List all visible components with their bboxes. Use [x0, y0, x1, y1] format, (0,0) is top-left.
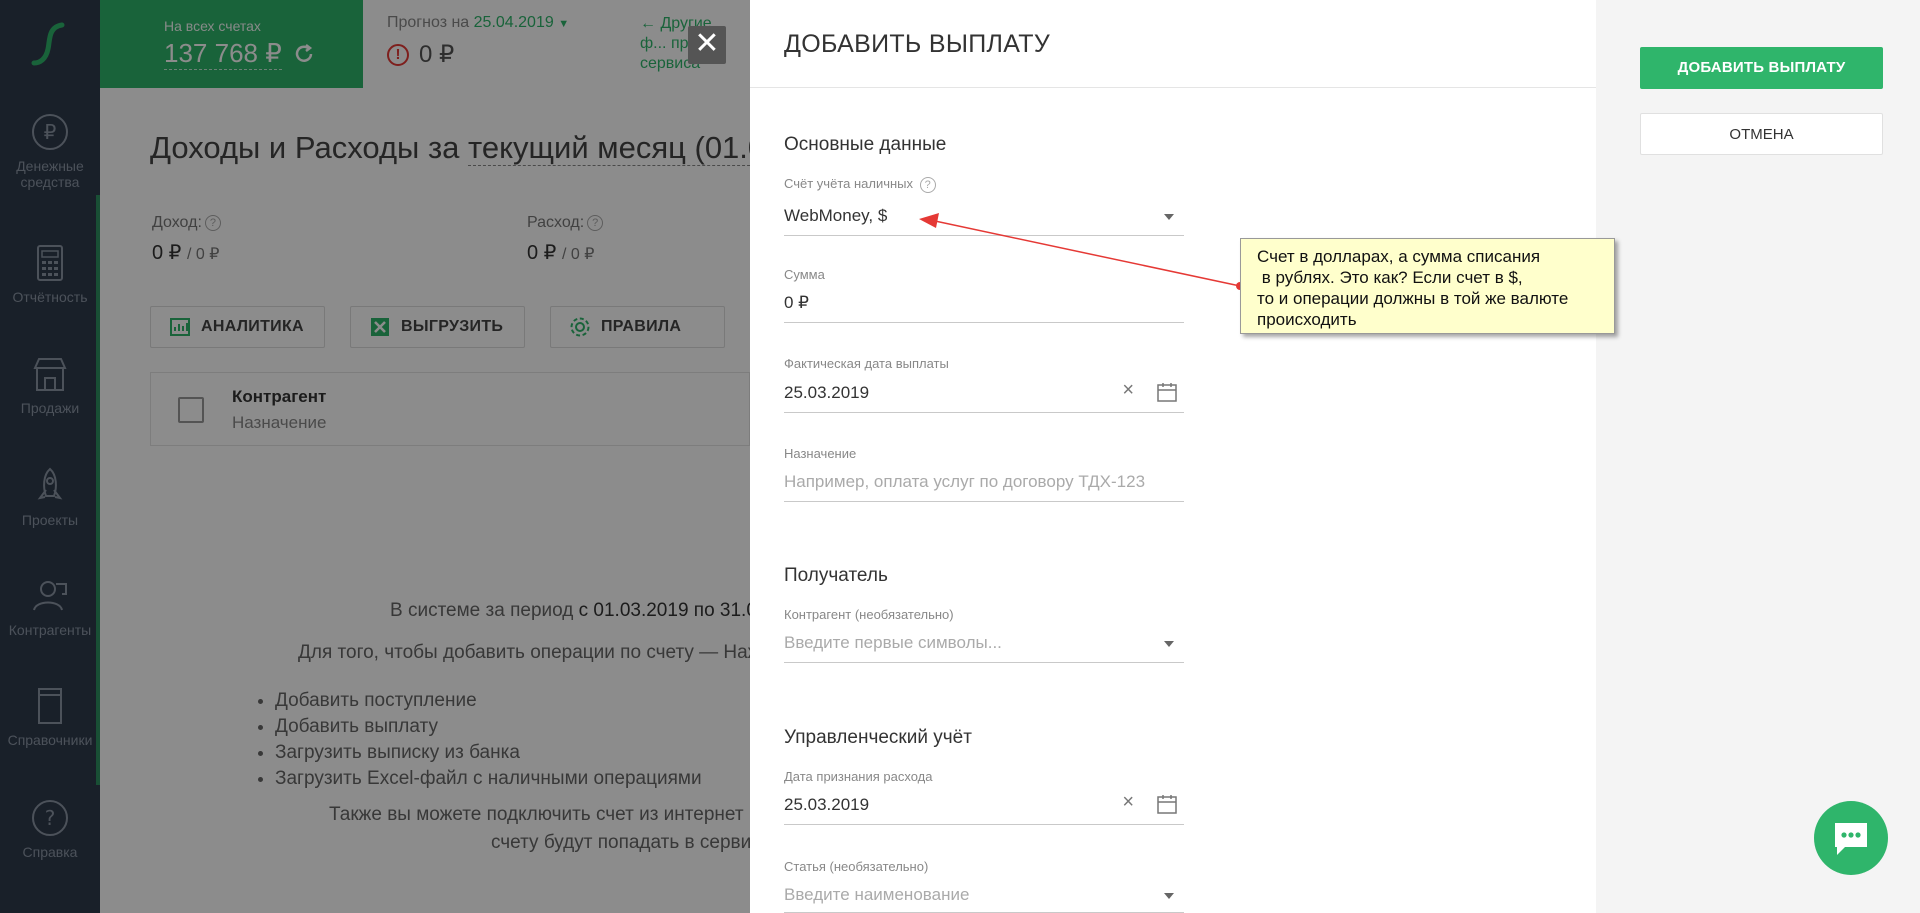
account-select[interactable]: WebMoney, $ [784, 198, 1184, 236]
chevron-down-icon [1164, 893, 1174, 899]
chevron-down-icon [1164, 641, 1174, 647]
section-recipient-title: Получатель [784, 565, 888, 586]
chat-icon [1835, 823, 1867, 855]
recognition-date-input[interactable]: 25.03.2019 × [784, 787, 1184, 825]
counterparty-label: Контрагент (необязательно) [784, 607, 954, 622]
account-label-text: Счёт учёта наличных [784, 176, 914, 191]
purpose-label: Назначение [784, 446, 857, 461]
counterparty-select[interactable]: Введите первые символы... [784, 625, 1184, 663]
section-mgmt-title: Управленческий учёт [784, 727, 972, 748]
calendar-icon[interactable] [1156, 381, 1178, 403]
cancel-button[interactable]: ОТМЕНА [1640, 113, 1883, 155]
amount-label: Сумма [784, 267, 825, 282]
account-label: Счёт учёта наличных ? [784, 176, 936, 193]
payment-date-value: 25.03.2019 [784, 383, 870, 402]
amount-input[interactable]: 0 ₽ [784, 285, 1184, 323]
chat-button[interactable] [1814, 801, 1888, 875]
article-select[interactable]: Введите наименование [784, 877, 1184, 913]
recognition-date-label: Дата признания расхода [784, 769, 933, 784]
annotation-note: Счет в долларах, а сумма списания в рубл… [1240, 238, 1615, 334]
purpose-input[interactable]: Например, оплата услуг по договору ТДХ-1… [784, 464, 1184, 502]
article-label: Статья (необязательно) [784, 859, 929, 874]
article-placeholder: Введите наименование [784, 885, 970, 904]
counterparty-placeholder: Введите первые символы... [784, 633, 1002, 652]
chevron-down-icon [1164, 214, 1174, 220]
close-drawer-button[interactable]: ✕ [688, 26, 726, 64]
section-main-title: Основные данные [784, 134, 947, 155]
amount-value: 0 ₽ [784, 293, 809, 312]
add-payment-button[interactable]: ДОБАВИТЬ ВЫПЛАТУ [1640, 47, 1883, 89]
payment-date-label: Фактическая дата выплаты [784, 356, 949, 371]
help-icon[interactable]: ? [919, 176, 936, 193]
clear-icon[interactable]: × [1122, 791, 1134, 814]
payment-date-input[interactable]: 25.03.2019 × [784, 375, 1184, 413]
close-icon: ✕ [694, 27, 720, 60]
calendar-icon[interactable] [1156, 793, 1178, 815]
drawer-header: ДОБАВИТЬ ВЫПЛАТУ [750, 0, 1596, 88]
clear-icon[interactable]: × [1122, 379, 1134, 402]
drawer-title: ДОБАВИТЬ ВЫПЛАТУ [784, 30, 1051, 58]
add-payment-drawer: ДОБАВИТЬ ВЫПЛАТУ Основные данные Счёт уч… [750, 0, 1596, 913]
purpose-placeholder: Например, оплата услуг по договору ТДХ-1… [784, 472, 1146, 491]
account-value: WebMoney, $ [784, 206, 888, 225]
screen: { "sidebar": { "items": [ {"label": "Ден… [0, 0, 1920, 913]
recognition-date-value: 25.03.2019 [784, 795, 870, 814]
